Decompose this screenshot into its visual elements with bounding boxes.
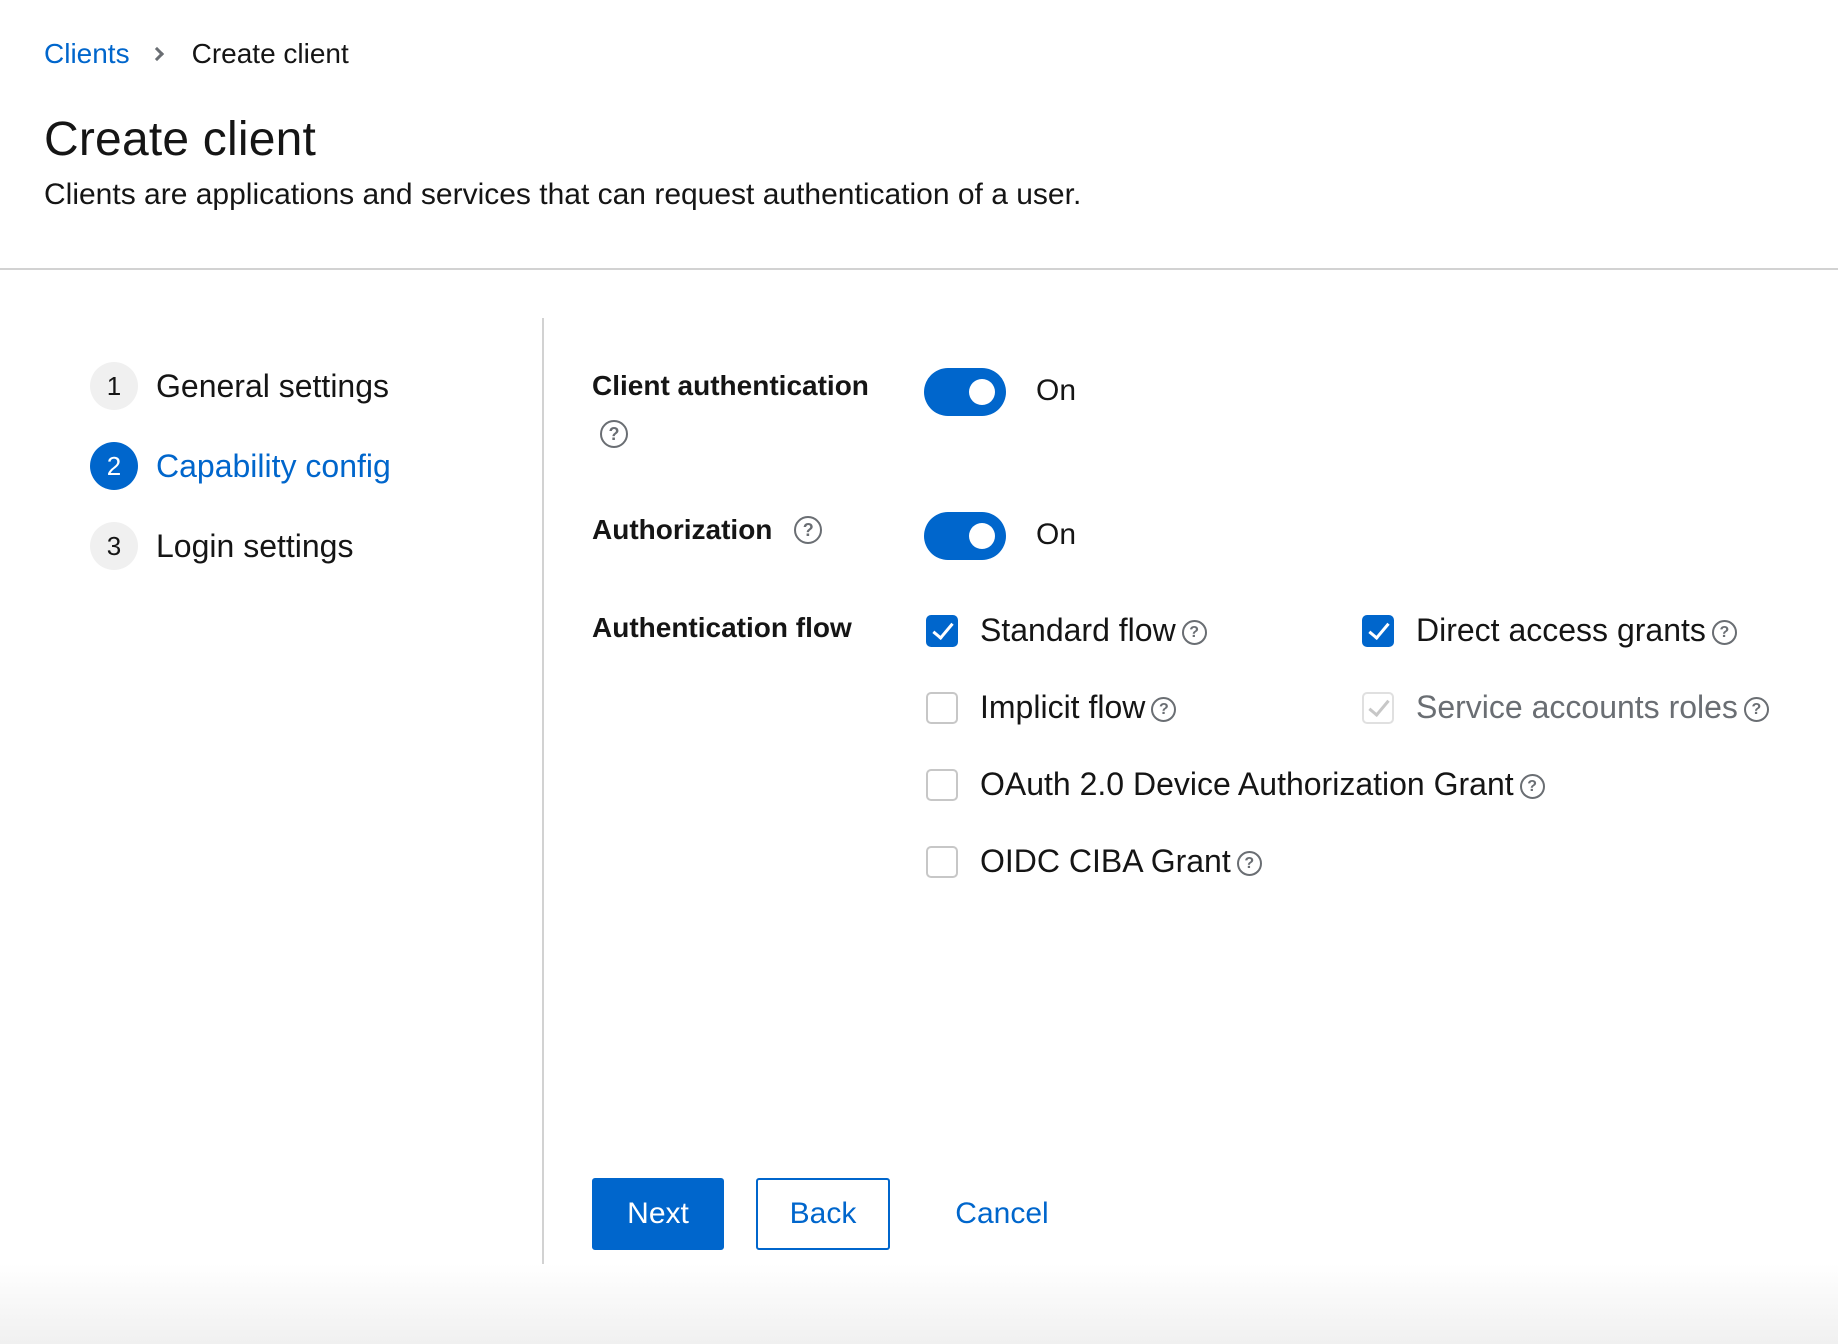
page-header: Clients Create client Create client Clie… — [0, 0, 1838, 270]
implicit-flow-checkbox[interactable] — [926, 691, 958, 724]
checkbox-label: Implicit flow — [980, 689, 1146, 725]
page-title: Create client — [44, 113, 317, 166]
help-icon[interactable]: ? — [1519, 774, 1545, 799]
step-label: Login settings — [156, 527, 354, 564]
step-number: 2 — [90, 442, 138, 490]
oauth-device-grant-checkbox[interactable] — [926, 768, 958, 801]
header-divider — [0, 268, 1838, 270]
standard-flow-checkbox-item[interactable]: Standard flow ? — [926, 612, 1207, 649]
oauth-device-grant-checkbox-item[interactable]: OAuth 2.0 Device Authorization Grant ? — [926, 766, 1545, 803]
step-label: General settings — [156, 367, 390, 404]
help-icon[interactable]: ? — [1236, 851, 1262, 876]
wizard-step-capability-config[interactable]: 2 Capability config — [90, 442, 391, 490]
help-icon[interactable]: ? — [600, 420, 628, 448]
help-icon[interactable]: ? — [794, 515, 823, 544]
cancel-button[interactable]: Cancel — [940, 1178, 1064, 1250]
wizard-step-login-settings[interactable]: 3 Login settings — [90, 522, 353, 570]
implicit-flow-checkbox-item[interactable]: Implicit flow ? — [926, 689, 1177, 726]
breadcrumb: Clients Create client — [44, 38, 349, 70]
authorization-label-text: Authorization — [592, 514, 773, 545]
create-client-page: Clients Create client Create client Clie… — [0, 0, 1838, 1344]
breadcrumb-current: Create client — [191, 38, 349, 69]
authorization-label: Authorization ? — [592, 514, 823, 546]
checkbox-label: Service accounts roles — [1416, 689, 1738, 725]
help-icon[interactable]: ? — [1181, 620, 1207, 645]
checkbox-label: Standard flow — [980, 612, 1176, 648]
standard-flow-checkbox[interactable] — [926, 614, 958, 647]
help-icon[interactable]: ? — [1743, 697, 1769, 722]
client-authentication-switch[interactable] — [924, 368, 1006, 416]
switch-knob — [969, 523, 995, 549]
back-button[interactable]: Back — [756, 1178, 890, 1250]
footer-shadow — [0, 1264, 1838, 1344]
wizard-divider — [542, 318, 544, 1298]
client-authentication-label: Client authentication — [592, 370, 869, 401]
authentication-flow-label: Authentication flow — [592, 612, 852, 643]
checkbox-label: OAuth 2.0 Device Authorization Grant — [980, 766, 1514, 802]
authorization-switch[interactable] — [924, 512, 1006, 560]
oidc-ciba-grant-checkbox[interactable] — [926, 845, 958, 878]
help-icon[interactable]: ? — [1711, 620, 1737, 645]
authorization-state: On — [1036, 518, 1077, 551]
breadcrumb-clients-link[interactable]: Clients — [44, 38, 130, 70]
page-description: Clients are applications and services th… — [44, 178, 1082, 211]
direct-access-grants-checkbox-item[interactable]: Direct access grants ? — [1362, 612, 1737, 649]
wizard-step-general-settings[interactable]: 1 General settings — [90, 362, 389, 410]
oidc-ciba-grant-checkbox-item[interactable]: OIDC CIBA Grant ? — [926, 843, 1262, 880]
step-number: 3 — [90, 522, 138, 570]
switch-knob — [969, 379, 995, 405]
step-number: 1 — [90, 362, 138, 410]
client-authentication-state: On — [1036, 374, 1077, 407]
next-button[interactable]: Next — [592, 1178, 724, 1250]
checkbox-label: OIDC CIBA Grant — [980, 843, 1231, 879]
chevron-right-icon — [149, 46, 164, 62]
step-label: Capability config — [156, 447, 391, 484]
service-accounts-roles-checkbox — [1362, 691, 1394, 724]
help-icon[interactable]: ? — [1151, 697, 1177, 722]
direct-access-grants-checkbox[interactable] — [1362, 614, 1394, 647]
service-accounts-roles-checkbox-item: Service accounts roles ? — [1362, 689, 1769, 726]
checkbox-label: Direct access grants — [1416, 612, 1706, 648]
